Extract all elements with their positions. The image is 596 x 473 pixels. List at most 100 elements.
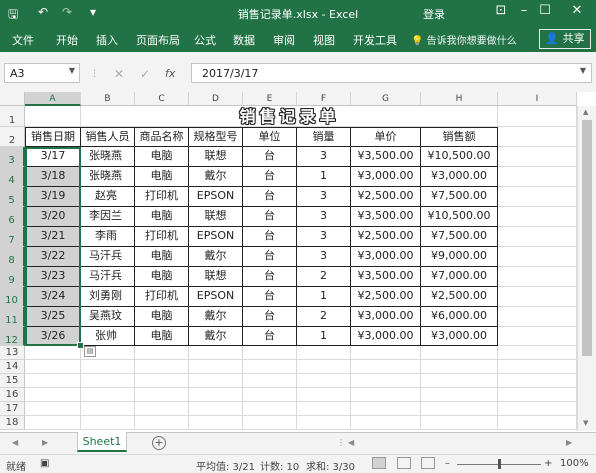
empty-cell[interactable] [243,374,297,388]
row-header-6[interactable]: 6 [0,207,25,227]
expand-formula-icon[interactable]: ▼ [580,66,586,75]
empty-cell[interactable] [498,247,577,267]
zoom-out-button[interactable]: – [445,458,450,469]
table-cell[interactable]: 3/22 [25,247,81,267]
table-cell[interactable]: 电脑 [135,267,189,287]
table-cell[interactable]: 3/17 [25,147,81,167]
table-cell[interactable]: 戴尔 [189,247,243,267]
insert-function-icon[interactable]: fx [165,67,175,80]
table-cell[interactable]: ¥6,000.00 [421,307,498,327]
restore-button[interactable]: ☐ [534,3,556,18]
row-header-4[interactable]: 4 [0,167,25,187]
table-cell[interactable]: 打印机 [135,187,189,207]
table-cell[interactable]: 戴尔 [189,307,243,327]
table-cell[interactable]: EPSON [189,287,243,307]
table-cell[interactable]: EPSON [189,187,243,207]
empty-cell[interactable] [243,416,297,430]
row-header-7[interactable]: 7 [0,227,25,247]
tab-review[interactable]: 审阅 [273,32,295,48]
empty-cell[interactable] [243,346,297,360]
table-cell[interactable]: 3 [297,227,351,247]
empty-cell[interactable] [81,374,135,388]
row-header-13[interactable]: 13 [0,346,25,360]
empty-cell[interactable] [421,388,498,402]
tab-file[interactable]: 文件 [12,32,34,48]
empty-cell[interactable] [498,388,577,402]
empty-cell[interactable] [135,374,189,388]
tab-formulas[interactable]: 公式 [194,32,216,48]
table-cell[interactable]: 2 [297,307,351,327]
column-header-D[interactable]: D [189,92,243,106]
table-cell[interactable]: 电脑 [135,247,189,267]
table-cell[interactable]: 吴燕玟 [81,307,135,327]
tab-data[interactable]: 数据 [233,32,255,48]
empty-cell[interactable] [421,360,498,374]
table-cell[interactable]: 电脑 [135,207,189,227]
table-cell[interactable]: ¥7,500.00 [421,227,498,247]
row-header-10[interactable]: 10 [0,287,25,307]
empty-cell[interactable] [25,388,81,402]
empty-cell[interactable] [498,106,577,127]
table-cell[interactable]: ¥3,500.00 [351,267,421,287]
empty-cell[interactable] [498,374,577,388]
empty-cell[interactable] [297,346,351,360]
empty-cell[interactable] [351,416,421,430]
empty-cell[interactable] [498,346,577,360]
tab-page-layout[interactable]: 页面布局 [136,32,180,48]
table-cell[interactable]: ¥2,500.00 [421,287,498,307]
table-cell[interactable]: 3/26 [25,327,81,346]
table-cell[interactable]: 电脑 [135,327,189,346]
table-cell[interactable]: 3 [297,147,351,167]
table-cell[interactable]: 刘勇刚 [81,287,135,307]
empty-cell[interactable] [135,416,189,430]
zoom-slider-thumb[interactable] [498,459,501,469]
column-header-I[interactable]: I [498,92,577,106]
tab-sheet1[interactable]: Sheet1 [77,432,127,452]
vertical-scrollbar[interactable]: ▲ ▼ [577,106,596,431]
column-header-E[interactable]: E [243,92,297,106]
empty-cell[interactable] [498,287,577,307]
header-cell[interactable]: 销售日期 [25,127,81,147]
table-cell[interactable]: 台 [243,167,297,187]
column-header-G[interactable]: G [351,92,421,106]
empty-cell[interactable] [25,360,81,374]
table-cell[interactable]: 3 [297,247,351,267]
table-cell[interactable]: 电脑 [135,147,189,167]
empty-cell[interactable] [421,346,498,360]
column-header-B[interactable]: B [81,92,135,106]
table-cell[interactable]: 联想 [189,207,243,227]
table-cell[interactable]: ¥3,000.00 [351,307,421,327]
tab-home[interactable]: 开始 [56,32,78,48]
empty-cell[interactable] [243,402,297,416]
table-cell[interactable]: 1 [297,167,351,187]
empty-cell[interactable] [297,416,351,430]
empty-cell[interactable] [498,147,577,167]
empty-cell[interactable] [498,167,577,187]
table-cell[interactable]: ¥3,000.00 [351,327,421,346]
row-header-3[interactable]: 3 [0,147,25,167]
zoom-in-button[interactable]: + [544,458,552,469]
table-cell[interactable]: 打印机 [135,287,189,307]
ribbon-display-icon[interactable]: ⊡ [490,3,512,18]
empty-cell[interactable] [81,360,135,374]
empty-cell[interactable] [297,388,351,402]
header-cell[interactable]: 单位 [243,127,297,147]
row-header-16[interactable]: 16 [0,388,25,402]
empty-cell[interactable] [243,388,297,402]
normal-view-icon[interactable] [372,457,386,469]
empty-cell[interactable] [25,402,81,416]
table-cell[interactable]: 台 [243,327,297,346]
table-cell[interactable]: ¥3,500.00 [351,207,421,227]
header-cell[interactable]: 销售人员 [81,127,135,147]
table-cell[interactable]: 联想 [189,267,243,287]
table-cell[interactable]: 3/20 [25,207,81,227]
empty-cell[interactable] [351,360,421,374]
table-cell[interactable]: ¥3,500.00 [351,147,421,167]
row-header-17[interactable]: 17 [0,402,25,416]
header-cell[interactable]: 销售额 [421,127,498,147]
empty-cell[interactable] [81,388,135,402]
table-cell[interactable]: ¥7,000.00 [421,267,498,287]
table-cell[interactable]: 台 [243,227,297,247]
table-cell[interactable]: 戴尔 [189,167,243,187]
header-cell[interactable]: 销量 [297,127,351,147]
